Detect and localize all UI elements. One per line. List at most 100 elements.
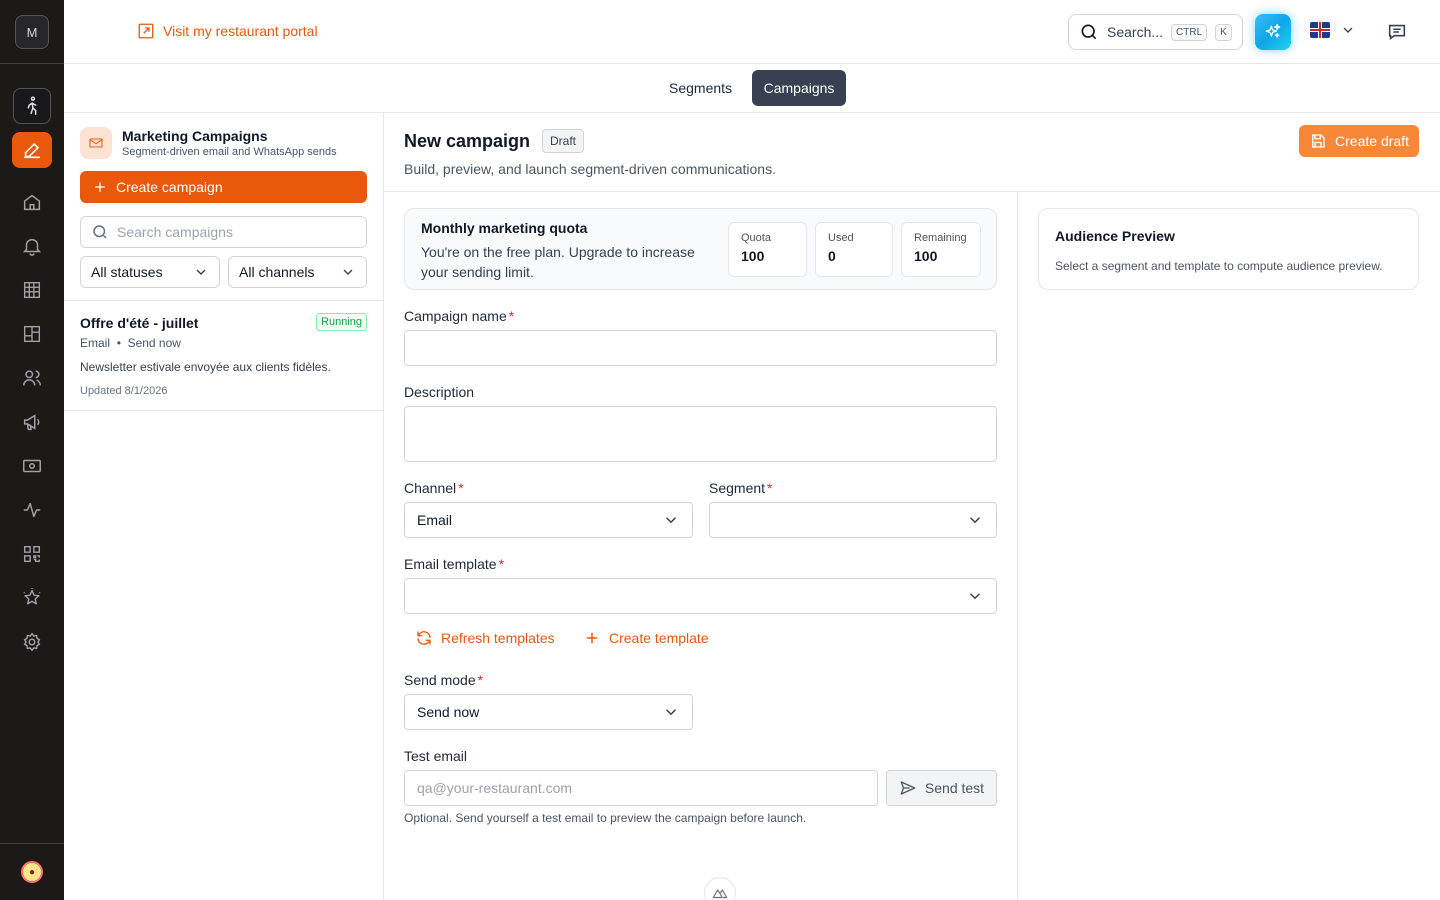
status-filter-select[interactable]: All statuses — [80, 256, 220, 288]
campaign-list-panel: Marketing Campaigns Segment-driven email… — [64, 113, 384, 900]
layout-icon — [23, 325, 41, 343]
send-test-button[interactable]: Send test — [886, 770, 997, 806]
campaign-mode: Send now — [127, 336, 181, 350]
nav-tables[interactable] — [12, 272, 52, 308]
send-test-label: Send test — [924, 780, 985, 796]
refresh-templates-button[interactable]: Refresh templates — [415, 629, 555, 647]
stat-value: 100 — [741, 248, 765, 264]
search-label: Search... — [1107, 24, 1164, 40]
visit-portal-link[interactable]: Visit my restaurant portal — [137, 22, 318, 40]
qr-code-icon — [23, 545, 41, 563]
description-textarea[interactable] — [404, 406, 997, 462]
channel-filter-select[interactable]: All channels — [228, 256, 367, 288]
portal-link-label: Visit my restaurant portal — [163, 23, 318, 39]
quota-title: Monthly marketing quota — [421, 220, 588, 236]
tab-campaigns[interactable]: Campaigns — [752, 70, 846, 106]
campaign-meta: Email • Send now — [80, 336, 181, 350]
nav-qr[interactable] — [12, 536, 52, 572]
campaign-editor-header: New campaign Draft Build, preview, and l… — [384, 113, 1440, 192]
nav-analytics[interactable] — [12, 492, 52, 528]
quota-stat: Quota 100 — [728, 222, 807, 277]
nav-customers[interactable] — [12, 360, 52, 396]
language-selector[interactable] — [1310, 22, 1356, 38]
chevron-down-icon — [665, 517, 677, 524]
channel-label: Channel * — [404, 480, 464, 496]
chevron-down-icon — [343, 269, 353, 275]
send-mode-value: Send now — [417, 704, 480, 720]
campaign-list-item[interactable]: Offre d'été - juillet Running Email • Se… — [64, 301, 383, 411]
nav-settings[interactable] — [12, 624, 52, 660]
send-mode-select[interactable]: Send now — [404, 694, 693, 730]
campaign-form: Monthly marketing quota You're on the fr… — [384, 192, 1018, 900]
campaign-updated: Updated 8/1/2026 — [80, 385, 168, 397]
quota-card: Monthly marketing quota You're on the fr… — [404, 208, 997, 290]
message-icon[interactable] — [1386, 21, 1408, 43]
campaign-channel: Email — [80, 336, 111, 350]
create-campaign-label: Create campaign — [116, 179, 223, 195]
ai-assistant-button[interactable] — [1255, 14, 1291, 50]
email-template-select[interactable] — [404, 578, 997, 614]
test-email-help: Optional. Send yourself a test email to … — [404, 811, 807, 825]
activity-icon — [23, 502, 41, 518]
bell-icon — [22, 238, 42, 256]
channel-value: Email — [417, 512, 453, 528]
star-icon — [23, 587, 41, 605]
nav-walk[interactable] — [13, 88, 51, 124]
audience-preview-title: Audience Preview — [1055, 228, 1175, 244]
create-campaign-button[interactable]: Create campaign — [80, 171, 367, 203]
megaphone-icon — [23, 414, 40, 431]
tab-segments[interactable]: Segments — [657, 70, 744, 106]
search-icon — [93, 225, 107, 239]
page-subtitle: Build, preview, and launch segment-drive… — [404, 161, 776, 177]
required-mark: * — [477, 672, 484, 688]
uk-flag-icon — [1310, 22, 1330, 38]
refresh-icon — [417, 631, 431, 645]
label-text: Channel — [404, 480, 457, 496]
search-icon — [1081, 24, 1097, 40]
required-mark: * — [508, 308, 515, 324]
nav-reviews[interactable] — [12, 580, 52, 616]
list-panel-title: Marketing Campaigns — [122, 128, 268, 144]
users-icon — [23, 370, 41, 386]
section-tabs: Segments Campaigns — [64, 64, 1440, 113]
draft-badge: Draft — [542, 129, 585, 153]
workspace-avatar[interactable]: M — [15, 15, 49, 49]
label-text: Email template — [404, 556, 497, 572]
test-email-input[interactable]: qa@your-restaurant.com — [404, 770, 878, 806]
list-panel-subtitle: Segment-driven email and WhatsApp sends — [122, 146, 337, 158]
channel-select[interactable]: Email — [404, 502, 693, 538]
refresh-templates-label: Refresh templates — [441, 630, 555, 646]
chevron-down-icon — [665, 709, 677, 716]
campaign-name-input[interactable] — [404, 330, 997, 366]
walk-icon — [27, 96, 37, 115]
nav-campaigns[interactable] — [12, 132, 52, 168]
settings-icon — [23, 632, 41, 652]
required-mark: * — [767, 480, 773, 496]
user-avatar[interactable]: ● — [21, 861, 43, 883]
audience-preview-card: Audience Preview Select a segment and te… — [1038, 208, 1419, 290]
test-email-label: Test email — [404, 748, 468, 764]
page-title: New campaign — [404, 131, 531, 151]
divider — [0, 843, 64, 844]
nav-marketing[interactable] — [12, 404, 52, 440]
status-filter-value: All statuses — [91, 264, 163, 280]
chevron-down-icon — [969, 517, 981, 524]
nav-home[interactable] — [12, 184, 52, 220]
nav-layout[interactable] — [12, 316, 52, 352]
create-draft-button[interactable]: Create draft — [1299, 125, 1419, 157]
used-stat: Used 0 — [815, 222, 893, 277]
label-text: Segment — [709, 480, 766, 496]
top-bar: Visit my restaurant portal Search... CTR… — [64, 0, 1440, 64]
stat-value: 0 — [828, 248, 836, 264]
plus-icon — [586, 632, 598, 644]
nav-notifications[interactable] — [12, 228, 52, 264]
global-search-button[interactable]: Search... CTRL K — [1068, 14, 1243, 50]
remaining-stat: Remaining 100 — [901, 222, 981, 277]
campaign-search-input[interactable]: Search campaigns — [80, 216, 367, 248]
label-text: Campaign name — [404, 308, 507, 324]
segment-select[interactable] — [709, 502, 997, 538]
framework-logo-icon[interactable] — [704, 877, 736, 900]
status-badge: Running — [316, 313, 367, 331]
create-template-button[interactable]: Create template — [583, 629, 709, 647]
nav-payments[interactable] — [12, 448, 52, 484]
